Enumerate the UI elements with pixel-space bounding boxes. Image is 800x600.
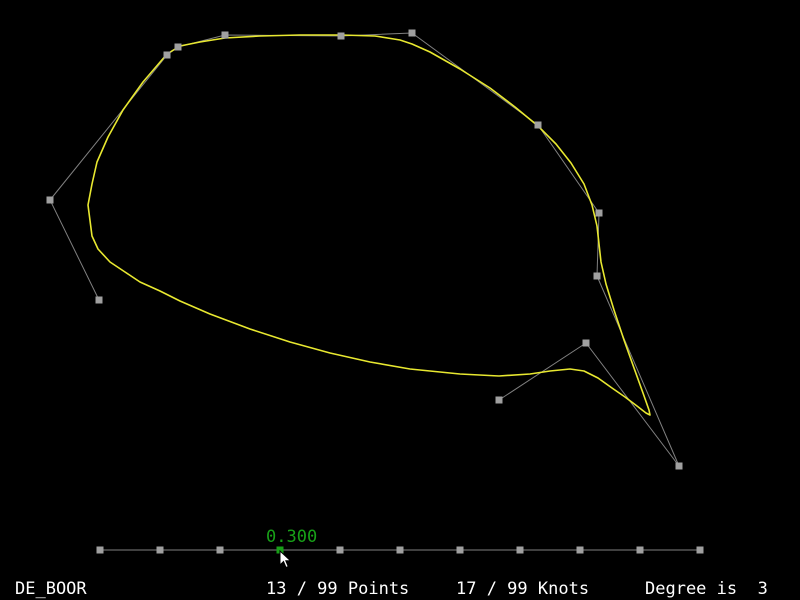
control-point[interactable] <box>495 396 503 404</box>
knot-handle[interactable] <box>636 546 644 554</box>
control-point[interactable] <box>163 51 171 59</box>
knot-handle[interactable] <box>96 546 104 554</box>
knot-handle[interactable] <box>576 546 584 554</box>
knot-handle[interactable] <box>156 546 164 554</box>
control-point[interactable] <box>337 32 345 40</box>
control-point[interactable] <box>174 43 182 51</box>
control-point[interactable] <box>675 462 683 470</box>
knot-handle[interactable] <box>516 546 524 554</box>
control-point[interactable] <box>46 196 54 204</box>
knot-handle[interactable] <box>216 546 224 554</box>
drawing-canvas[interactable]: 0.300 DE_BOOR 13 / 99 Points 17 / 99 Kno… <box>0 0 800 600</box>
control-polygon <box>49 32 680 467</box>
control-point[interactable] <box>582 339 590 347</box>
control-point[interactable] <box>593 272 601 280</box>
control-point[interactable] <box>595 209 603 217</box>
mode-label: DE_BOOR <box>15 579 87 599</box>
degree-label: Degree is 3 <box>645 579 768 599</box>
curve-path <box>87 34 651 416</box>
knot-handle[interactable] <box>336 546 344 554</box>
knot-handle[interactable] <box>396 546 404 554</box>
bspline-curve <box>87 34 651 416</box>
knot-handle[interactable] <box>696 546 704 554</box>
control-point[interactable] <box>95 296 103 304</box>
control-points[interactable] <box>46 29 683 470</box>
control-point[interactable] <box>534 121 542 129</box>
mouse-pointer-icon <box>279 550 292 569</box>
knot-slider[interactable] <box>96 546 704 554</box>
control-polygon-line <box>49 32 680 467</box>
spline-canvas[interactable] <box>0 0 800 600</box>
knots-count: 17 / 99 Knots <box>456 579 590 599</box>
points-count: 13 / 99 Points <box>266 579 410 599</box>
control-point[interactable] <box>408 29 416 37</box>
knot-handle[interactable] <box>456 546 464 554</box>
selected-knot-value: 0.300 <box>266 527 318 547</box>
control-point[interactable] <box>221 31 229 39</box>
